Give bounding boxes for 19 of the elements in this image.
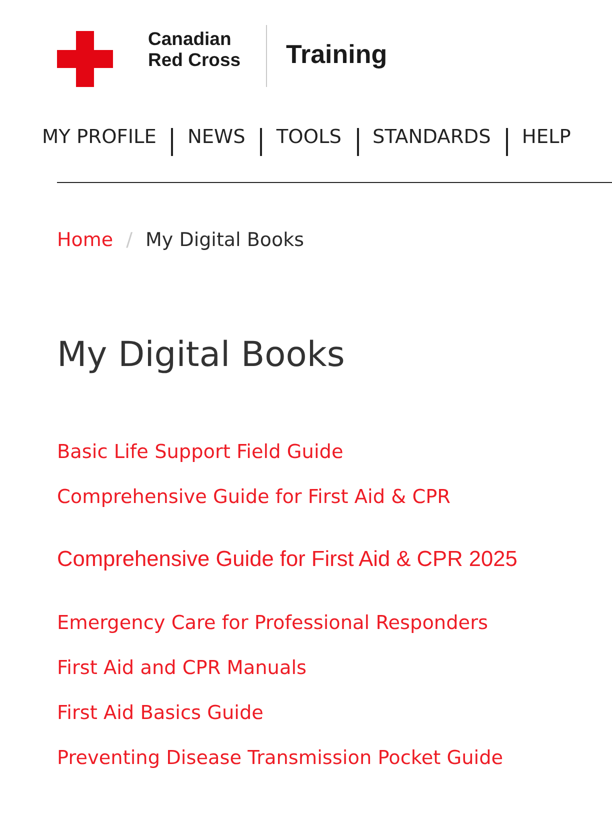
book-link[interactable]: Comprehensive Guide for First Aid & CPR 2025 [57,546,518,572]
page-title: My Digital Books [57,334,345,377]
nav-link[interactable]: MY PROFILE [42,124,156,150]
book-link[interactable]: First Aid and CPR Manuals [57,654,307,680]
breadcrumb-link[interactable]: Home [57,227,114,253]
nav-link[interactable]: TOOLS [276,124,342,150]
book-link[interactable]: Basic Life Support Field Guide [57,438,344,464]
product-name: Training [286,39,388,69]
breadcrumb-current: My Digital Books [146,228,304,253]
book-link[interactable]: First Aid Basics Guide [57,700,264,726]
nav-link[interactable]: HELP [522,124,571,150]
book-link[interactable]: Emergency Care for Professional Responders [57,610,488,636]
nav-link[interactable]: STANDARDS [372,124,491,150]
book-link[interactable]: Preventing Disease Transmission Pocket Guide [57,744,504,770]
book-link[interactable]: Comprehensive Guide for First Aid & CPR [57,484,450,510]
nav-link[interactable]: NEWS [187,124,246,150]
brand-name: Canadian Red Cross [148,28,242,70]
cross-logo-icon [57,31,113,87]
breadcrumb-separator: / [126,228,133,253]
